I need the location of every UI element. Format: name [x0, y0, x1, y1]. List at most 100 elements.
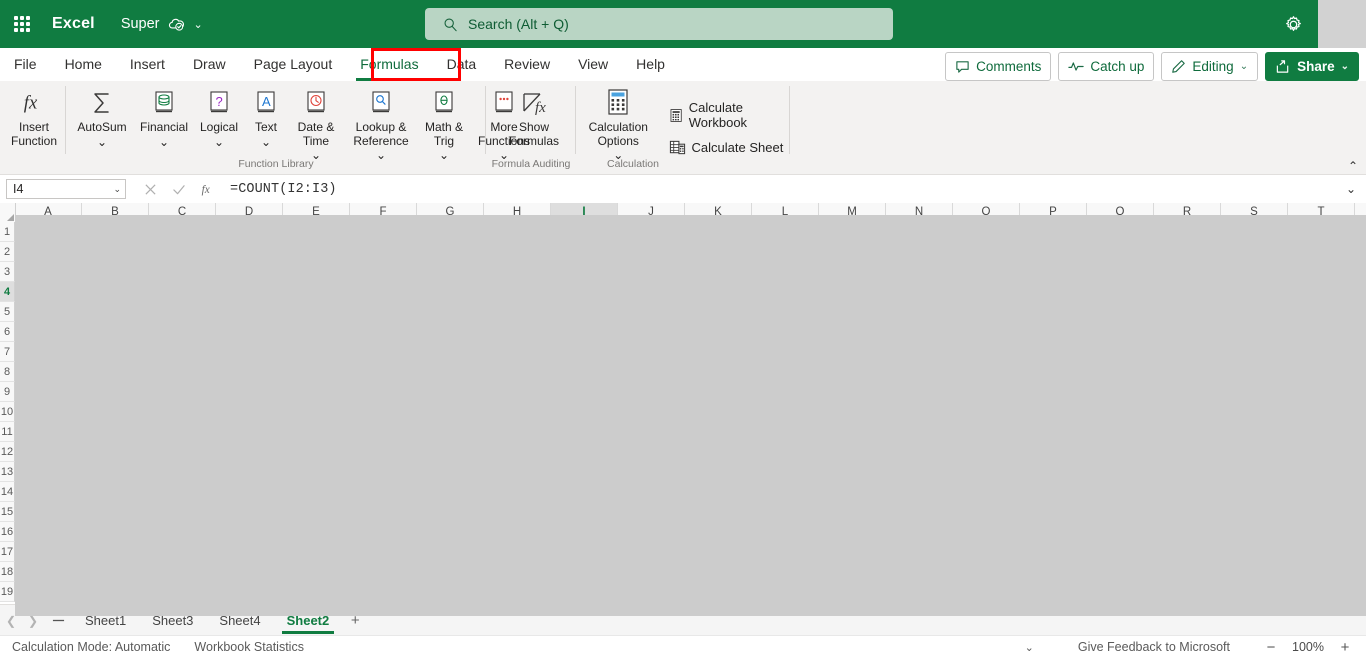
row-header-17[interactable]: 17 [0, 542, 15, 562]
row-header-5[interactable]: 5 [0, 302, 15, 322]
row-header-7[interactable]: 7 [0, 342, 15, 362]
confirm-icon[interactable] [171, 181, 187, 197]
row-header-15[interactable]: 15 [0, 502, 15, 522]
app-name: Excel [52, 15, 95, 32]
row-header-14[interactable]: 14 [0, 482, 15, 502]
financial-chevron-down-icon[interactable]: ⌄ [159, 135, 169, 150]
row-header-11[interactable]: 11 [0, 422, 15, 442]
loading-overlay [15, 215, 1366, 604]
zoom-in-button[interactable]: + [1338, 639, 1352, 656]
show-formulas-label: Show Formulas [508, 120, 559, 148]
formula-bar: I4 ⌄ fx =COUNT(I2:I3) ⌄ [0, 175, 1366, 204]
search-input[interactable]: Search (Alt + Q) [425, 8, 893, 40]
financial-button[interactable]: Financial ⌄ [135, 84, 193, 151]
svg-text:fx: fx [535, 100, 546, 116]
row-header-18[interactable]: 18 [0, 562, 15, 582]
loading-overlay-sheetbar [15, 604, 1366, 616]
share-button[interactable]: Share ⌄ [1265, 52, 1359, 81]
gear-icon[interactable] [1281, 12, 1305, 36]
row-header-6[interactable]: 6 [0, 322, 15, 342]
autosum-chevron-down-icon[interactable]: ⌄ [97, 135, 107, 150]
svg-text:?: ? [216, 94, 223, 109]
calculate-sheet-button[interactable]: Calculate Sheet [665, 137, 790, 158]
tab-page-layout[interactable]: Page Layout [240, 48, 347, 81]
insert-function-label: Insert Function [10, 120, 58, 148]
show-formulas-button[interactable]: fx Show Formulas [494, 84, 574, 150]
autosum-label: AutoSum [77, 120, 127, 134]
logical-label: Logical [199, 120, 239, 134]
tab-file[interactable]: File [0, 48, 51, 81]
comments-button[interactable]: Comments [945, 52, 1052, 81]
calculate-sheet-icon [669, 140, 685, 155]
row-header-13[interactable]: 13 [0, 462, 15, 482]
row-header-4[interactable]: 4 [0, 282, 15, 302]
comment-icon [956, 61, 969, 73]
name-box-value: I4 [13, 182, 24, 196]
calculate-workbook-button[interactable]: Calculate Workbook [665, 98, 790, 132]
cloud-saved-icon[interactable] [168, 16, 185, 33]
tab-view[interactable]: View [564, 48, 622, 81]
logical-button[interactable]: ? Logical ⌄ [193, 84, 245, 151]
logical-book-icon: ? [207, 86, 231, 120]
document-menu-chevron-down-icon[interactable]: ⌄ [194, 18, 203, 31]
app-launcher-icon[interactable] [0, 0, 44, 48]
calculation-mode-status[interactable]: Calculation Mode: Automatic [12, 640, 170, 654]
row-header-10[interactable]: 10 [0, 402, 15, 422]
logical-chevron-down-icon[interactable]: ⌄ [214, 135, 224, 150]
select-all-corner-icon[interactable] [0, 203, 16, 222]
ribbon-collapse-chevron-up-icon[interactable]: ⌃ [1348, 159, 1358, 173]
insert-function-fx-icon[interactable]: fx [200, 181, 216, 197]
text-button[interactable]: A Text ⌄ [245, 84, 287, 151]
document-name[interactable]: Super [121, 16, 160, 32]
insert-function-button[interactable]: fx Insert Function [0, 84, 68, 150]
clock-book-icon [304, 86, 328, 120]
tab-insert[interactable]: Insert [116, 48, 179, 81]
give-feedback-button[interactable]: Give Feedback to Microsoft [1078, 640, 1230, 654]
row-header-19[interactable]: 19 [0, 582, 15, 602]
name-box[interactable]: I4 ⌄ [6, 179, 126, 199]
titlebar-corner-filler [1318, 0, 1366, 48]
formula-bar-expand-chevron-down-icon[interactable]: ⌄ [1346, 182, 1356, 196]
name-box-chevron-down-icon[interactable]: ⌄ [113, 184, 121, 195]
lookup-reference-label: Lookup & Reference [353, 120, 409, 148]
workbook-statistics-button[interactable]: Workbook Statistics [194, 640, 304, 654]
svg-text:fx: fx [202, 184, 210, 196]
row-header-9[interactable]: 9 [0, 382, 15, 402]
pencil-icon [1172, 60, 1186, 73]
ribbon-content: fx Insert Function AutoSum ⌄ Financial ⌄… [0, 81, 1366, 175]
zoom-level-label[interactable]: 100% [1292, 640, 1324, 654]
tab-help[interactable]: Help [622, 48, 679, 81]
catch-up-button[interactable]: Catch up [1058, 52, 1155, 81]
zoom-out-button[interactable]: − [1264, 639, 1278, 656]
tab-data[interactable]: Data [433, 48, 491, 81]
tab-review[interactable]: Review [490, 48, 564, 81]
sigma-icon [87, 86, 117, 120]
text-chevron-down-icon[interactable]: ⌄ [261, 135, 271, 150]
calculate-workbook-icon [670, 108, 682, 122]
autosum-button[interactable]: AutoSum ⌄ [69, 84, 135, 151]
cancel-icon[interactable] [142, 181, 158, 197]
ribbon-tabs: File Home Insert Draw Page Layout Formul… [0, 48, 679, 81]
lookup-reference-button[interactable]: Lookup & Reference ⌄ [345, 84, 417, 165]
editing-button[interactable]: Editing ⌄ [1161, 52, 1259, 81]
share-icon [1276, 60, 1289, 73]
date-time-button[interactable]: Date & Time ⌄ [287, 84, 345, 165]
row-headers: 1 2 3 4 5 6 7 8 9 10 11 12 13 14 15 16 1… [0, 222, 15, 602]
row-header-1[interactable]: 1 [0, 222, 15, 242]
calculation-options-button[interactable]: Calculation Options ⌄ [582, 84, 655, 165]
financial-label: Financial [139, 120, 189, 134]
row-header-12[interactable]: 12 [0, 442, 15, 462]
status-options-chevron-down-icon[interactable]: ⌄ [1025, 641, 1034, 654]
fx-icon: fx [19, 86, 49, 120]
tab-formulas[interactable]: Formulas [346, 48, 432, 81]
row-header-2[interactable]: 2 [0, 242, 15, 262]
svg-text:fx: fx [24, 93, 38, 114]
formula-input[interactable]: =COUNT(I2:I3) [230, 182, 1346, 197]
math-trig-button[interactable]: Math & Trig ⌄ [417, 84, 471, 165]
row-header-16[interactable]: 16 [0, 522, 15, 542]
tab-draw[interactable]: Draw [179, 48, 240, 81]
spreadsheet-grid: A B C D E F G H I J K L M N O P Q R S T … [0, 203, 1366, 604]
tab-home[interactable]: Home [51, 48, 116, 81]
row-header-8[interactable]: 8 [0, 362, 15, 382]
row-header-3[interactable]: 3 [0, 262, 15, 282]
